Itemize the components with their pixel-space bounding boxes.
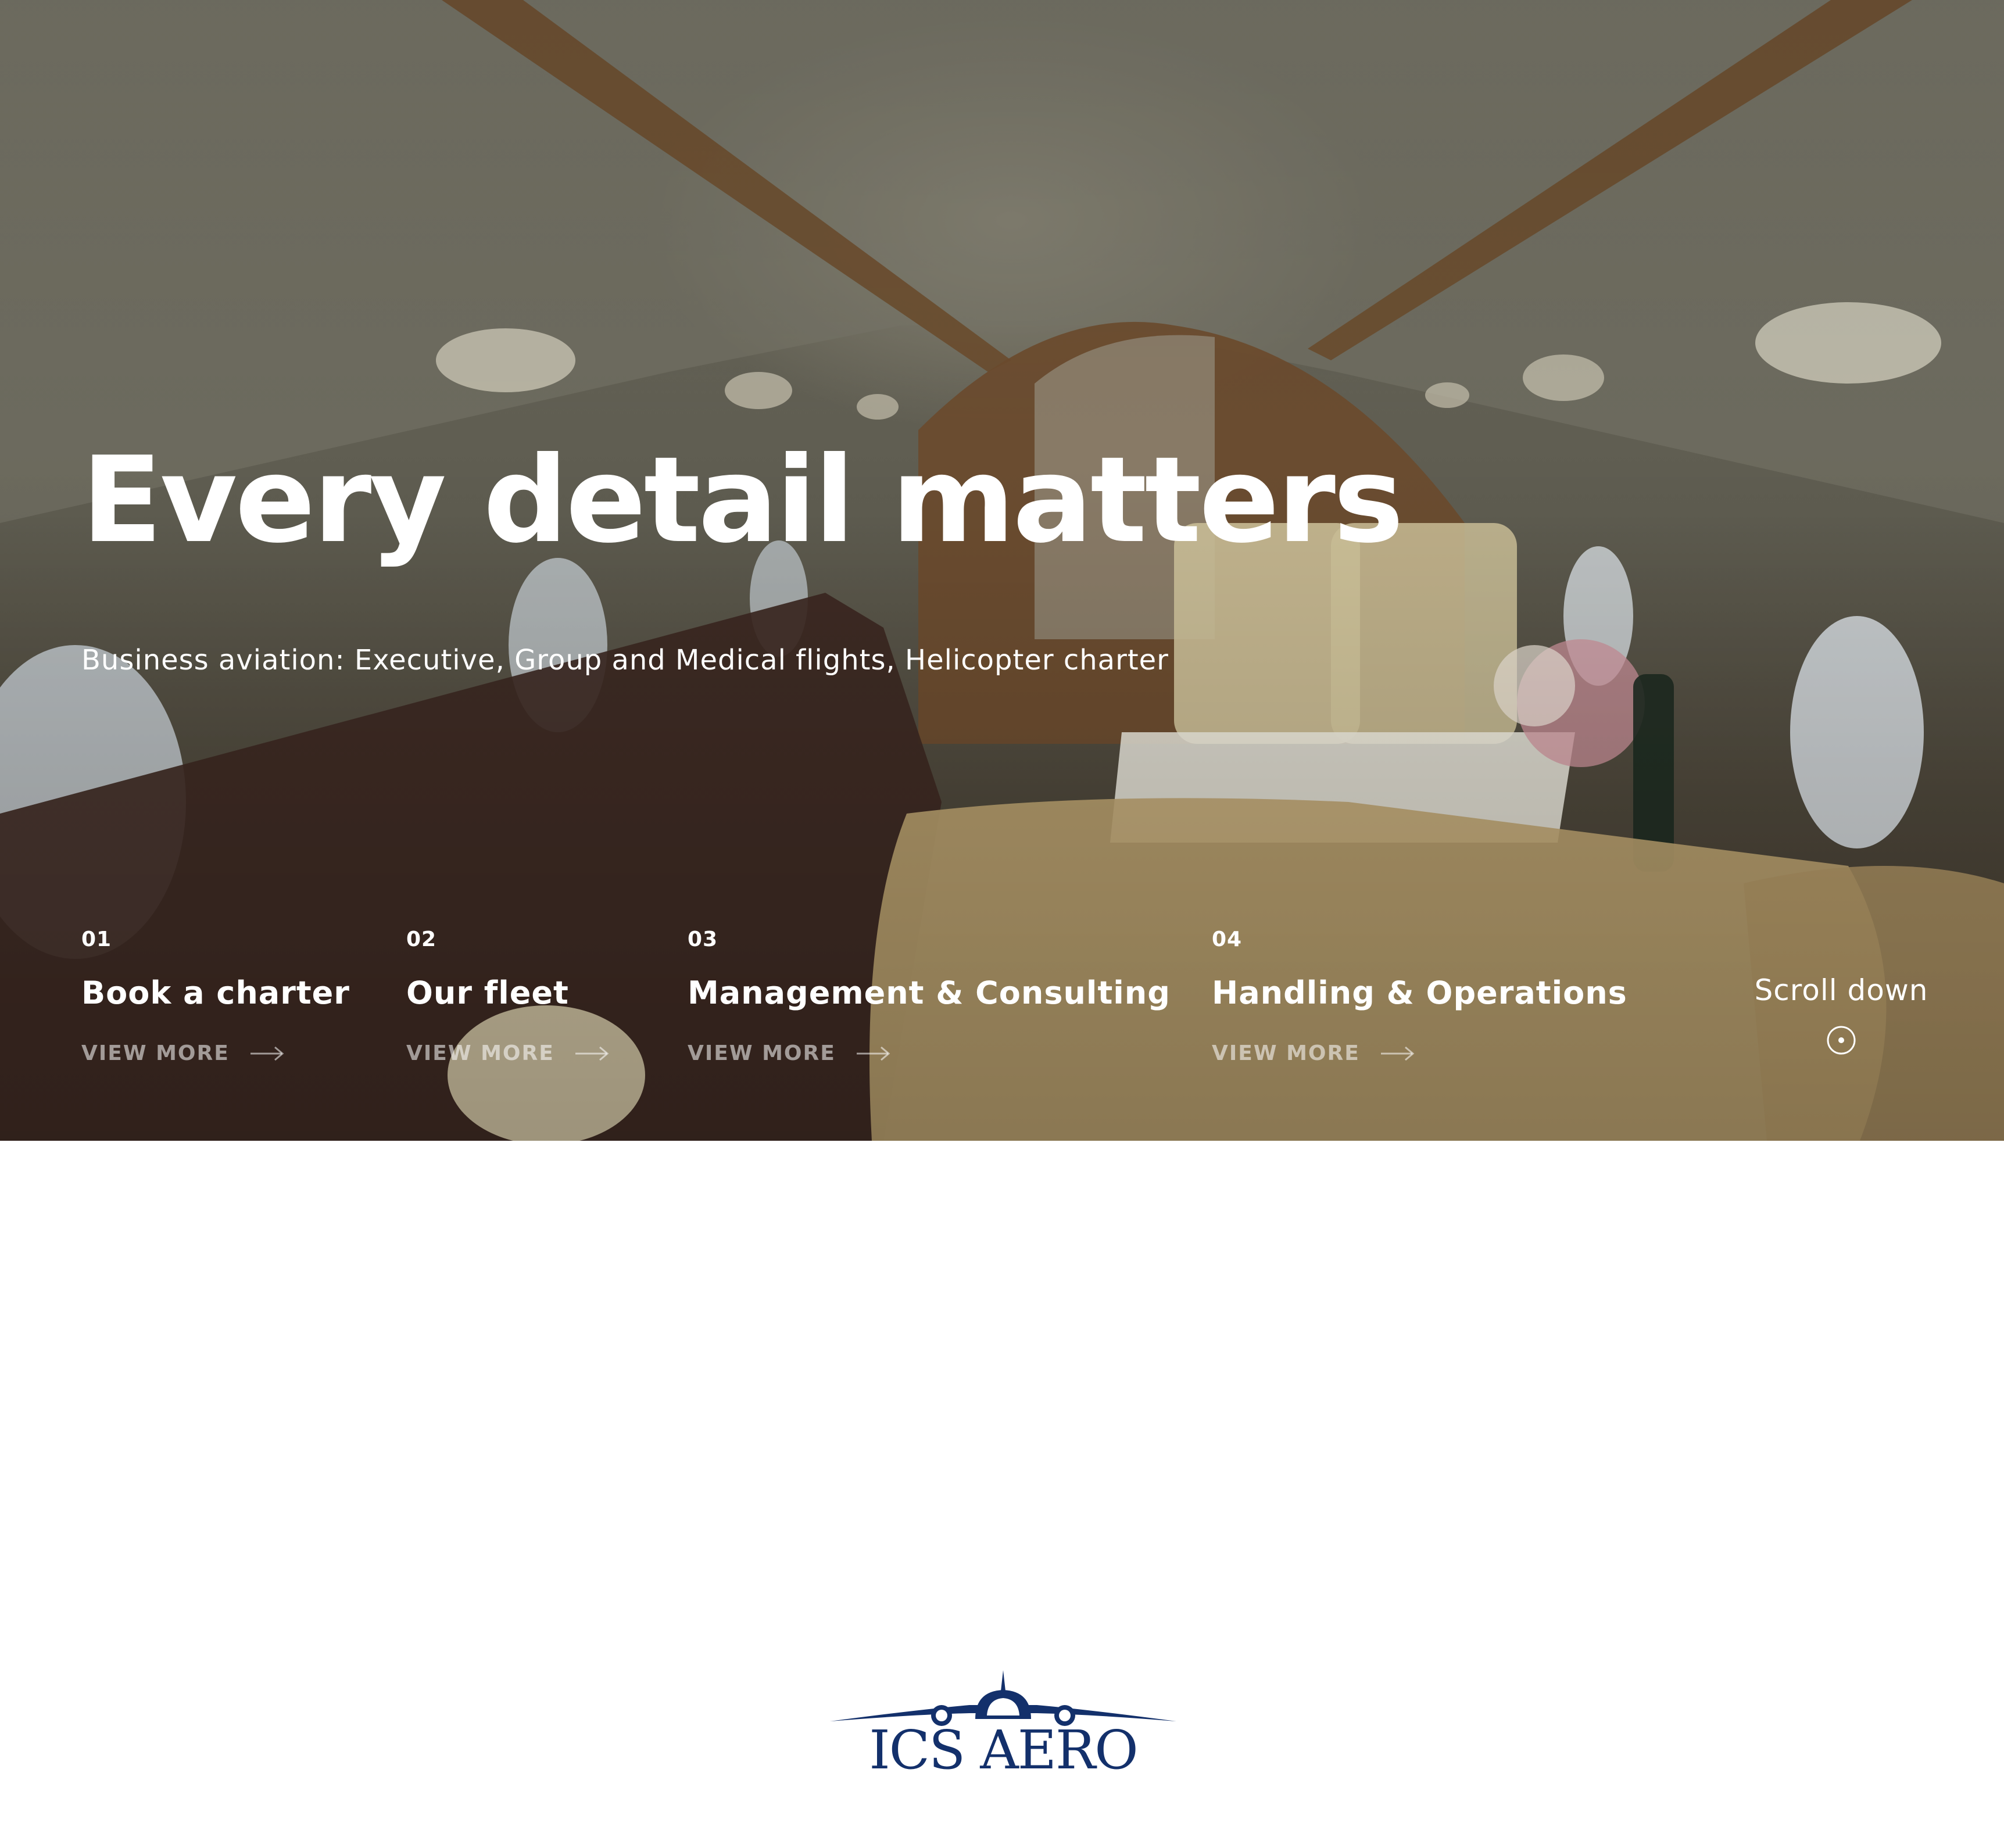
view-more-link[interactable]: VIEW MORE [81, 1041, 350, 1066]
ics-aero-logo[interactable]: ICS AERO [830, 1668, 1176, 1781]
scroll-down-button[interactable]: Scroll down [1754, 972, 1928, 1055]
arrow-right-icon [1380, 1046, 1415, 1061]
view-more-link[interactable]: VIEW MORE [1212, 1041, 1627, 1066]
hero-section: Every detail matters Business aviation: … [0, 0, 2004, 1141]
arrow-right-icon [250, 1046, 284, 1061]
service-number: 01 [81, 927, 112, 951]
view-more-label: VIEW MORE [406, 1041, 554, 1065]
arrow-right-icon [856, 1046, 890, 1061]
service-book-a-charter[interactable]: 01 Book a charter VIEW MORE [81, 927, 350, 1066]
service-title[interactable]: Book a charter [81, 973, 350, 1013]
view-more-label: VIEW MORE [688, 1041, 836, 1065]
scroll-down-label: Scroll down [1754, 973, 1928, 1007]
view-more-link[interactable]: VIEW MORE [688, 1041, 1171, 1066]
service-number: 02 [406, 927, 437, 951]
service-number: 04 [1212, 927, 1243, 951]
hero-title: Every detail matters [81, 432, 1404, 570]
service-our-fleet[interactable]: 02 Our fleet VIEW MORE [406, 927, 609, 1066]
view-more-label: VIEW MORE [1212, 1041, 1360, 1065]
service-title[interactable]: Our fleet [406, 973, 609, 1013]
airplane-front-icon [830, 1670, 1176, 1726]
service-number: 03 [688, 927, 718, 951]
service-title[interactable]: Management & Consulting [688, 973, 1171, 1013]
view-more-link[interactable]: VIEW MORE [406, 1041, 609, 1066]
service-title[interactable]: Handling & Operations [1212, 973, 1627, 1013]
arrow-right-icon [575, 1046, 609, 1061]
hero-subtitle: Business aviation: Executive, Group and … [81, 644, 1169, 676]
logo-text: ICS AERO [869, 1719, 1138, 1781]
scroll-circle-icon[interactable] [1826, 1025, 1856, 1055]
service-management-consulting[interactable]: 03 Management & Consulting VIEW MORE [688, 927, 1171, 1066]
view-more-label: VIEW MORE [81, 1041, 230, 1065]
service-handling-operations[interactable]: 04 Handling & Operations VIEW MORE [1212, 927, 1627, 1066]
